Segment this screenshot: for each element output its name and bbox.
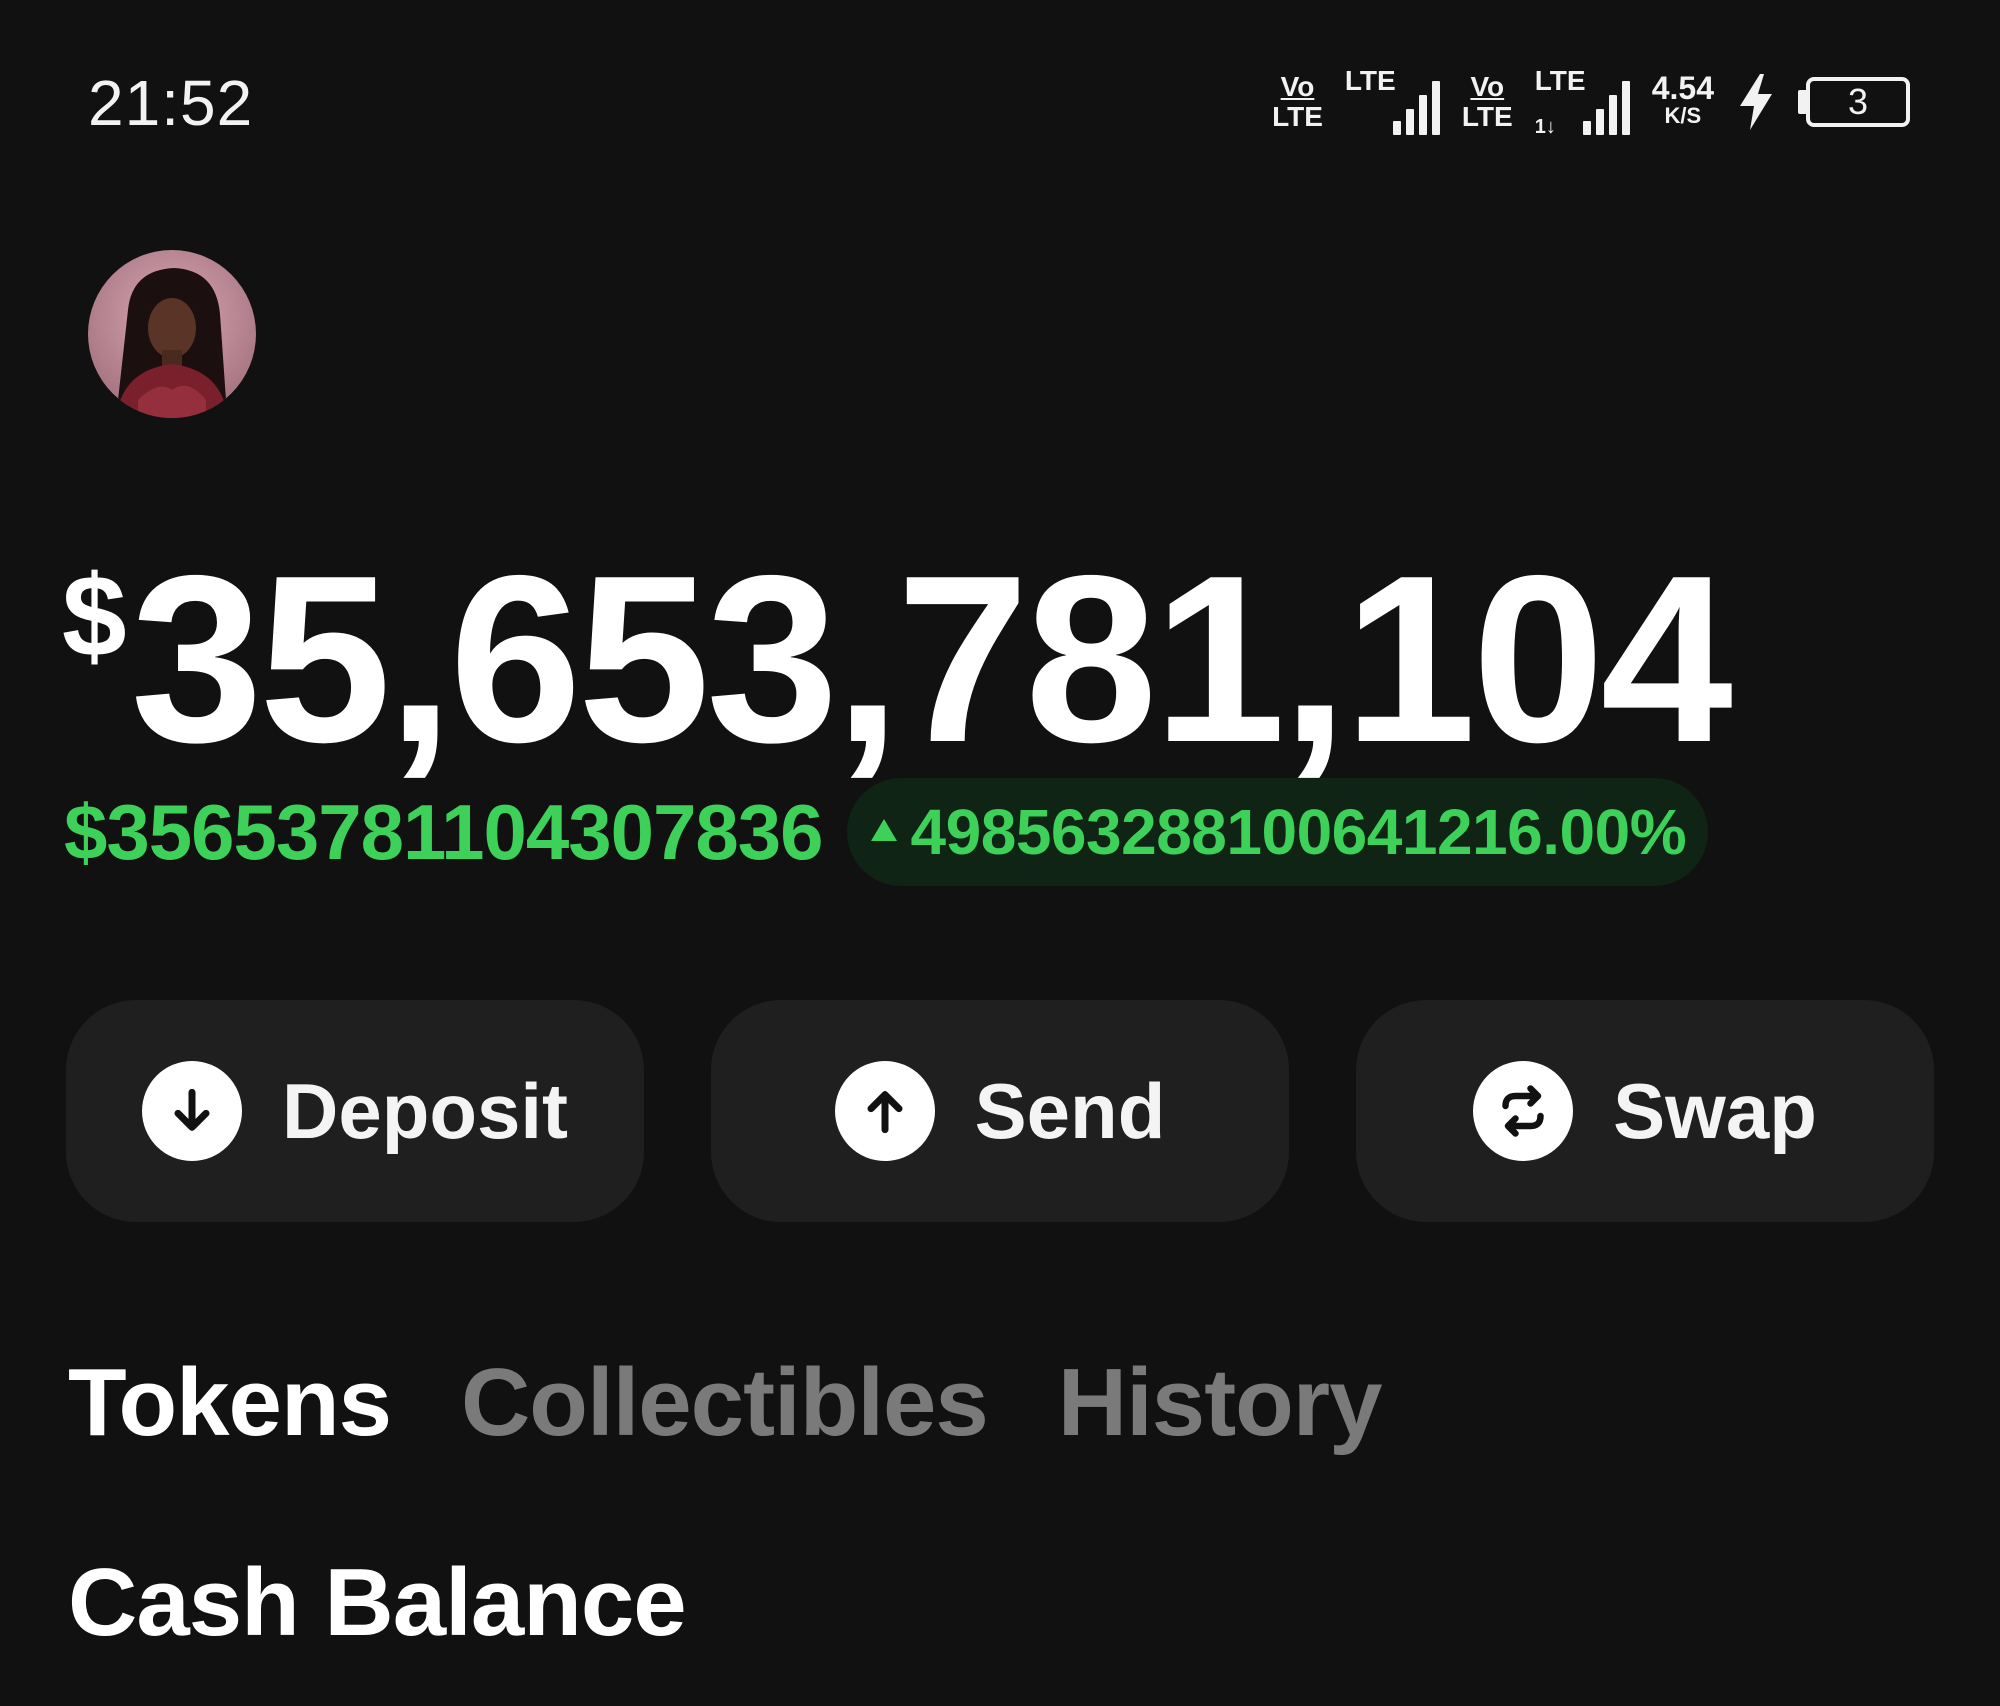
tab-tokens[interactable]: Tokens — [68, 1348, 392, 1458]
section-title: Cash Balance — [68, 1549, 687, 1656]
swap-button[interactable]: Swap — [1356, 1000, 1934, 1222]
balance-amount: 35,653,781,104 — [130, 527, 1733, 792]
deposit-button[interactable]: Deposit — [66, 1000, 644, 1222]
sim1-signal-icon: LTE — [1345, 65, 1440, 135]
send-label: Send — [974, 1066, 1166, 1155]
avatar-image — [88, 250, 256, 418]
triangle-up-icon — [870, 819, 897, 841]
balance-change: $35653781104307836 498563288100641216.00… — [64, 778, 1709, 886]
profile-avatar[interactable] — [88, 250, 256, 418]
currency-symbol: $ — [62, 551, 127, 681]
network-speed: 4.54 K/S — [1651, 70, 1714, 130]
volte-icon: Vo LTE — [1272, 72, 1323, 132]
change-percent-badge: 498563288100641216.00% — [846, 778, 1709, 886]
sim2-network-label: LTE — [1534, 65, 1586, 96]
swap-label: Swap — [1613, 1066, 1817, 1155]
network-speed-value: 4.54 — [1651, 70, 1714, 106]
volte-top-label: Vo — [1280, 71, 1315, 102]
volte-top-label: Vo — [1470, 71, 1505, 102]
wallet-screen: 21:52 Vo LTE LTE Vo LTE LTE 1↓ 4.54 K/S … — [0, 0, 2000, 1706]
tab-history[interactable]: History — [1058, 1348, 1383, 1458]
action-buttons: Deposit Send Swap — [66, 1000, 1934, 1222]
tab-collectibles[interactable]: Collectibles — [461, 1348, 989, 1458]
tab-bar: Tokens Collectibles History — [68, 1348, 1383, 1458]
sim1-network-label: LTE — [1344, 65, 1396, 96]
battery-icon: 3 — [1798, 77, 1910, 127]
arrow-down-circle-icon — [141, 1061, 242, 1161]
sim2-signal-icon: LTE 1↓ — [1535, 65, 1630, 138]
volte-icon: Vo LTE — [1462, 72, 1513, 132]
signal-bars — [1582, 79, 1630, 135]
battery-level: 3 — [1806, 77, 1910, 127]
volte-bottom-label: LTE — [1272, 101, 1323, 132]
send-button[interactable]: Send — [711, 1000, 1289, 1222]
arrow-up-circle-icon — [834, 1061, 935, 1161]
status-time: 21:52 — [88, 67, 254, 139]
lightning-bolt-icon — [1740, 74, 1772, 130]
change-amount: $35653781104307836 — [64, 787, 824, 876]
status-icons: Vo LTE LTE Vo LTE LTE 1↓ 4.54 K/S 3 — [1272, 62, 1910, 142]
change-percent: 498563288100641216.00% — [910, 796, 1687, 868]
swap-arrows-circle-icon — [1473, 1061, 1574, 1161]
total-balance: $ 35,653,781,104 — [62, 527, 1733, 792]
network-speed-unit: K/S — [1664, 103, 1702, 128]
deposit-label: Deposit — [281, 1066, 569, 1155]
sim2-data-label: 1↓ — [1534, 116, 1556, 138]
signal-bars — [1392, 79, 1440, 135]
volte-bottom-label: LTE — [1461, 101, 1513, 132]
